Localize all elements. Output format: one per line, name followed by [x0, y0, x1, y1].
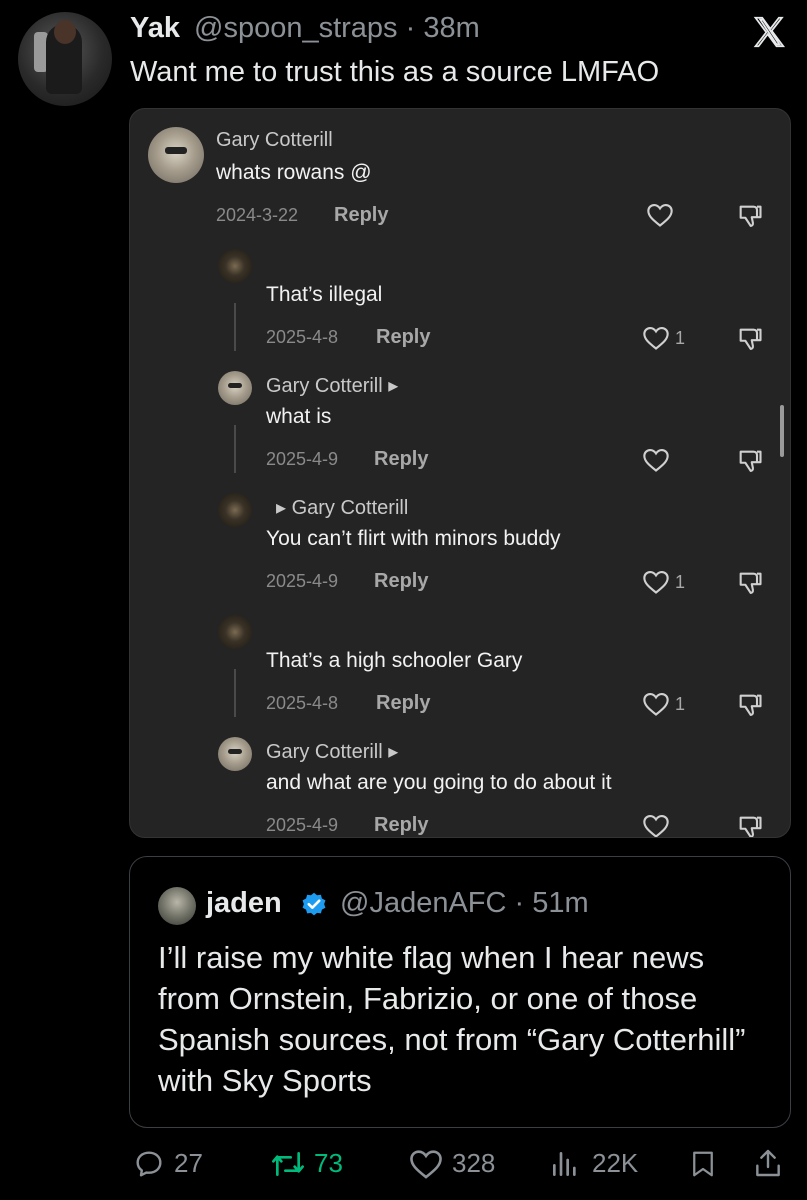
commenter-avatar [218, 371, 252, 405]
quoted-author-avatar[interactable] [158, 887, 196, 925]
heart-icon[interactable] [642, 447, 670, 473]
thread-line [234, 669, 236, 717]
commenter-avatar [218, 249, 252, 283]
repost-icon[interactable] [268, 1148, 308, 1180]
bookmark-icon[interactable] [688, 1148, 718, 1180]
reply-button[interactable]: Reply [374, 814, 428, 837]
reply-count[interactable]: 27 [174, 1148, 203, 1179]
comment-date: 2024-3-22 [216, 205, 299, 225]
comment-date: 2025-4-8 [266, 693, 339, 713]
share-icon[interactable] [752, 1146, 784, 1180]
heart-icon[interactable] [642, 691, 670, 717]
heart-icon[interactable] [642, 325, 670, 351]
like-count: 1 [675, 572, 686, 592]
dislike-icon[interactable] [736, 813, 764, 838]
heart-icon[interactable] [642, 813, 670, 838]
comment-text: whats rowans @ [216, 161, 372, 184]
commenter-avatar [218, 737, 252, 771]
dislike-icon[interactable] [736, 447, 764, 475]
view-count[interactable]: 22K [592, 1148, 638, 1179]
reply-button[interactable]: Reply [376, 326, 430, 349]
comment-text: and what are you going to do about it [266, 771, 612, 794]
scrollbar-thumb[interactable] [780, 405, 784, 457]
commenter-avatar [148, 127, 204, 183]
thread-line [234, 303, 236, 351]
reply-button[interactable]: Reply [334, 204, 388, 227]
reply-button[interactable]: Reply [374, 570, 428, 593]
like-count[interactable]: 328 [452, 1148, 495, 1179]
x-logo-icon[interactable] [750, 14, 788, 50]
quoted-tweet[interactable]: jaden @JadenAFC · 51m I’ll raise my whit… [129, 856, 791, 1128]
heart-icon[interactable] [646, 202, 674, 228]
quoted-author-handle-time[interactable]: @JadenAFC · 51m [340, 887, 589, 920]
comment-text: That’s a high schooler Gary [266, 649, 523, 672]
like-count: 1 [675, 694, 686, 714]
commenter-avatar [218, 493, 252, 527]
dislike-icon[interactable] [736, 569, 764, 597]
dislike-icon[interactable] [736, 691, 764, 719]
tweet-text: Want me to trust this as a source LMFAO [130, 56, 660, 88]
like-icon[interactable] [408, 1148, 444, 1180]
comment-date: 2025-4-9 [266, 815, 339, 835]
comment-date: 2025-4-8 [266, 327, 339, 347]
commenter-name: Gary Cotterill ▸ [266, 741, 399, 763]
author-avatar[interactable] [18, 12, 112, 106]
dislike-icon[interactable] [736, 325, 764, 353]
quoted-tweet-text: I’ll raise my white flag when I hear new… [158, 940, 746, 1098]
reply-icon[interactable] [132, 1148, 166, 1180]
comment-text: what is [266, 405, 332, 428]
verified-badge-icon [302, 892, 326, 916]
author-handle-time[interactable]: @spoon_straps · 38m [194, 12, 480, 45]
quoted-author-name[interactable]: jaden [206, 887, 282, 920]
commenter-name: Gary Cotterill ▸ [266, 375, 399, 397]
embedded-comment-screenshot: Gary Cotterill whats rowans @ 2024-3-22 … [129, 108, 791, 838]
heart-icon[interactable] [642, 569, 670, 595]
avatar-head [54, 20, 76, 44]
comment-date: 2025-4-9 [266, 571, 339, 591]
comment-date: 2025-4-9 [266, 449, 339, 469]
comment-text: You can’t flirt with minors buddy [266, 527, 561, 550]
commenter-avatar [218, 615, 252, 649]
commenter-name: Gary Cotterill [216, 129, 333, 151]
author-name[interactable]: Yak [130, 12, 180, 45]
repost-count[interactable]: 73 [314, 1148, 343, 1179]
thread-line [234, 425, 236, 473]
commenter-name: ▸ Gary Cotterill [276, 497, 409, 519]
like-count: 1 [675, 328, 686, 348]
reply-button[interactable]: Reply [374, 448, 428, 471]
views-icon[interactable] [548, 1148, 582, 1180]
reply-button[interactable]: Reply [376, 692, 430, 715]
dislike-icon[interactable] [736, 202, 764, 230]
comment-text: That’s illegal [266, 283, 383, 306]
